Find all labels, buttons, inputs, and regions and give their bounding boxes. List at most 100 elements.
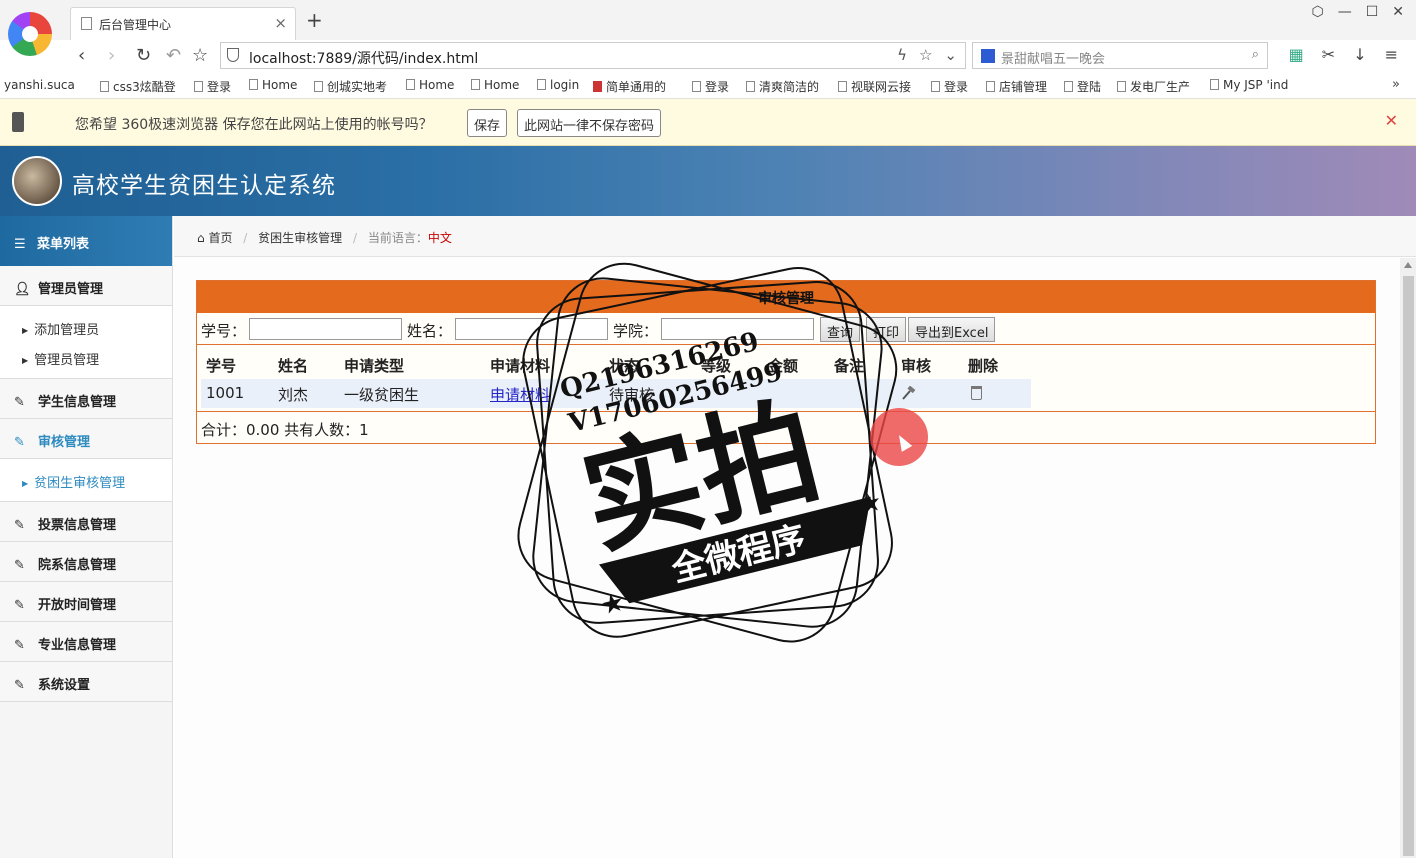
sidebar-item-major[interactable]: ✎ 专业信息管理 — [0, 622, 172, 662]
name-label: 姓名： — [407, 322, 453, 340]
search-placeholder: 景甜献唱五一晚会 — [1001, 52, 1106, 67]
scroll-up-icon[interactable] — [1404, 262, 1412, 268]
column-header: 申请类型 — [344, 357, 405, 375]
close-window-icon[interactable]: ✕ — [1392, 4, 1404, 20]
app-title: 高校学生贫困生认定系统 — [72, 173, 336, 199]
close-icon[interactable]: ✕ — [1385, 111, 1398, 130]
forward-icon[interactable]: › — [108, 45, 115, 66]
student-id-label: 学号： — [201, 322, 247, 340]
address-text: localhost:7889/源代码/index.html — [249, 51, 479, 67]
address-bar[interactable]: localhost:7889/源代码/index.html ϟ ☆ ⌄ — [220, 42, 966, 69]
maximize-icon[interactable]: ☐ — [1366, 4, 1379, 20]
minimize-icon[interactable]: — — [1338, 4, 1352, 20]
back-icon[interactable]: ‹ — [78, 45, 85, 66]
edit-icon: ✎ — [14, 678, 25, 693]
edit-icon: ✎ — [14, 558, 25, 573]
college-label: 学院： — [613, 322, 659, 340]
menu-header: ☰ 菜单列表 — [0, 216, 172, 266]
audit-hammer-icon[interactable] — [901, 386, 916, 400]
sidebar-item-admin[interactable]: 👤︎ 管理员管理 — [0, 266, 172, 306]
cell-name: 刘杰 — [278, 386, 309, 404]
bookmark[interactable]: My JSP 'ind — [1210, 78, 1288, 92]
bookmark[interactable]: 简单通用的 — [593, 78, 666, 95]
college-input[interactable] — [661, 318, 814, 340]
browser-tab[interactable]: 后台管理中心 × — [70, 7, 296, 40]
apps-icon[interactable]: ▦ — [1289, 45, 1304, 64]
column-header: 学号 — [206, 357, 237, 375]
bookmark[interactable]: 登录 — [692, 78, 729, 95]
bookmark[interactable]: Home — [406, 78, 454, 92]
audit-table: 学号 姓名 申请类型 申请材料 状态 等级 金额 备注 审核 删除 1001 刘… — [201, 349, 1031, 408]
download-icon[interactable]: ↓ — [1353, 45, 1366, 64]
material-link[interactable]: 申请材料 — [490, 386, 550, 404]
bookmark-star-icon[interactable]: ☆ — [919, 46, 932, 64]
lightning-icon[interactable]: ϟ — [897, 46, 907, 64]
query-button[interactable]: 查询 — [820, 317, 861, 342]
cell-student-id: 1001 — [206, 384, 245, 402]
sidebar-item-student[interactable]: ✎ 学生信息管理 — [0, 379, 172, 419]
favorite-star-icon[interactable]: ☆ — [192, 45, 208, 66]
scroll-thumb[interactable] — [1403, 276, 1414, 856]
table-header: 学号 姓名 申请类型 申请材料 状态 等级 金额 备注 审核 删除 — [201, 349, 1031, 379]
sidebar-item-department[interactable]: ✎ 院系信息管理 — [0, 542, 172, 582]
avatar — [12, 156, 62, 206]
edit-icon: ✎ — [14, 518, 25, 533]
bookmark[interactable]: css3炫酷登 — [100, 78, 176, 95]
name-input[interactable] — [455, 318, 608, 340]
bookmark[interactable]: 店铺管理 — [986, 78, 1047, 95]
close-tab-icon[interactable]: × — [274, 14, 287, 32]
page-icon — [81, 17, 92, 30]
sidebar-sub-poverty-audit[interactable]: ▶ 贫困生审核管理 — [0, 465, 172, 495]
column-header: 审核 — [901, 357, 932, 375]
sidebar-sub-admin-manage[interactable]: ▶ 管理员管理 — [0, 342, 172, 372]
dropdown-icon[interactable]: ⌄ — [944, 46, 957, 64]
bookmark[interactable]: 清爽简洁的 — [746, 78, 819, 95]
submenu-admin: ▶ 添加管理员 ▶ 管理员管理 — [0, 306, 172, 379]
bookmark[interactable]: yanshi.suca — [4, 78, 75, 92]
edit-icon: ✎ — [14, 435, 25, 450]
bookmark[interactable]: Home — [471, 78, 519, 92]
never-save-button[interactable]: 此网站一律不保存密码 — [517, 109, 662, 137]
print-button[interactable]: 打印 — [866, 317, 907, 342]
search-icon[interactable]: ⌕ — [1252, 47, 1259, 62]
app-header: 高校学生贫困生认定系统 — [0, 146, 1416, 216]
search-box[interactable]: 景甜献唱五一晚会 ⌕ — [972, 42, 1268, 69]
column-header: 备注 — [834, 357, 865, 375]
sidebar-sub-add-admin[interactable]: ▶ 添加管理员 — [0, 312, 172, 342]
column-header: 申请材料 — [490, 357, 551, 375]
password-prompt: 您希望 360极速浏览器 保存您在此网站上使用的帐号吗？ — [75, 117, 433, 133]
language-label: 当前语言： — [367, 231, 428, 245]
student-id-input[interactable] — [249, 318, 402, 340]
cell-type: 一级贫困生 — [344, 386, 420, 404]
bookmark[interactable]: 登陆 — [1064, 78, 1101, 95]
bookmark[interactable]: 登录 — [931, 78, 968, 95]
edit-icon: ✎ — [14, 395, 25, 410]
shield-icon — [227, 48, 239, 62]
breadcrumb-home[interactable]: 首页 — [208, 231, 232, 245]
delete-trash-icon[interactable] — [971, 386, 982, 400]
bookmark[interactable]: 创城实地考 — [314, 78, 387, 95]
bookmark[interactable]: 发电厂生产 — [1117, 78, 1190, 95]
sidebar-item-audit[interactable]: ✎ 审核管理 — [0, 419, 172, 459]
bookmark[interactable]: 登录 — [194, 78, 231, 95]
summary-row: 合计：0.00 共有人数：1 — [197, 411, 1375, 443]
bookmark[interactable]: login — [537, 78, 579, 92]
sidebar-item-open-time[interactable]: ✎ 开放时间管理 — [0, 582, 172, 622]
skin-icon[interactable]: ⬡ — [1311, 4, 1323, 20]
home-icon: ⌂ — [197, 231, 205, 245]
undo-icon[interactable]: ↶ — [166, 45, 181, 66]
sidebar-item-settings[interactable]: ✎ 系统设置 — [0, 662, 172, 702]
menu-icon[interactable]: ≡ — [1385, 45, 1398, 64]
language-value[interactable]: 中文 — [428, 231, 452, 245]
bookmarks-bar: yanshi.suca css3炫酷登 登录 Home 创城实地考 Home H… — [0, 72, 1416, 99]
bookmark[interactable]: Home — [249, 78, 297, 92]
sidebar-item-vote[interactable]: ✎ 投票信息管理 — [0, 502, 172, 542]
vertical-scrollbar[interactable] — [1400, 258, 1416, 858]
bookmark[interactable]: 视联网云接 — [838, 78, 911, 95]
save-password-button[interactable]: 保存 — [467, 109, 508, 137]
more-bookmarks-icon[interactable]: » — [1392, 77, 1400, 92]
scissors-icon[interactable]: ✂ — [1322, 45, 1335, 64]
new-tab-button[interactable]: + — [306, 8, 323, 32]
reload-icon[interactable]: ↻ — [136, 45, 151, 66]
export-excel-button[interactable]: 导出到Excel — [908, 317, 996, 342]
